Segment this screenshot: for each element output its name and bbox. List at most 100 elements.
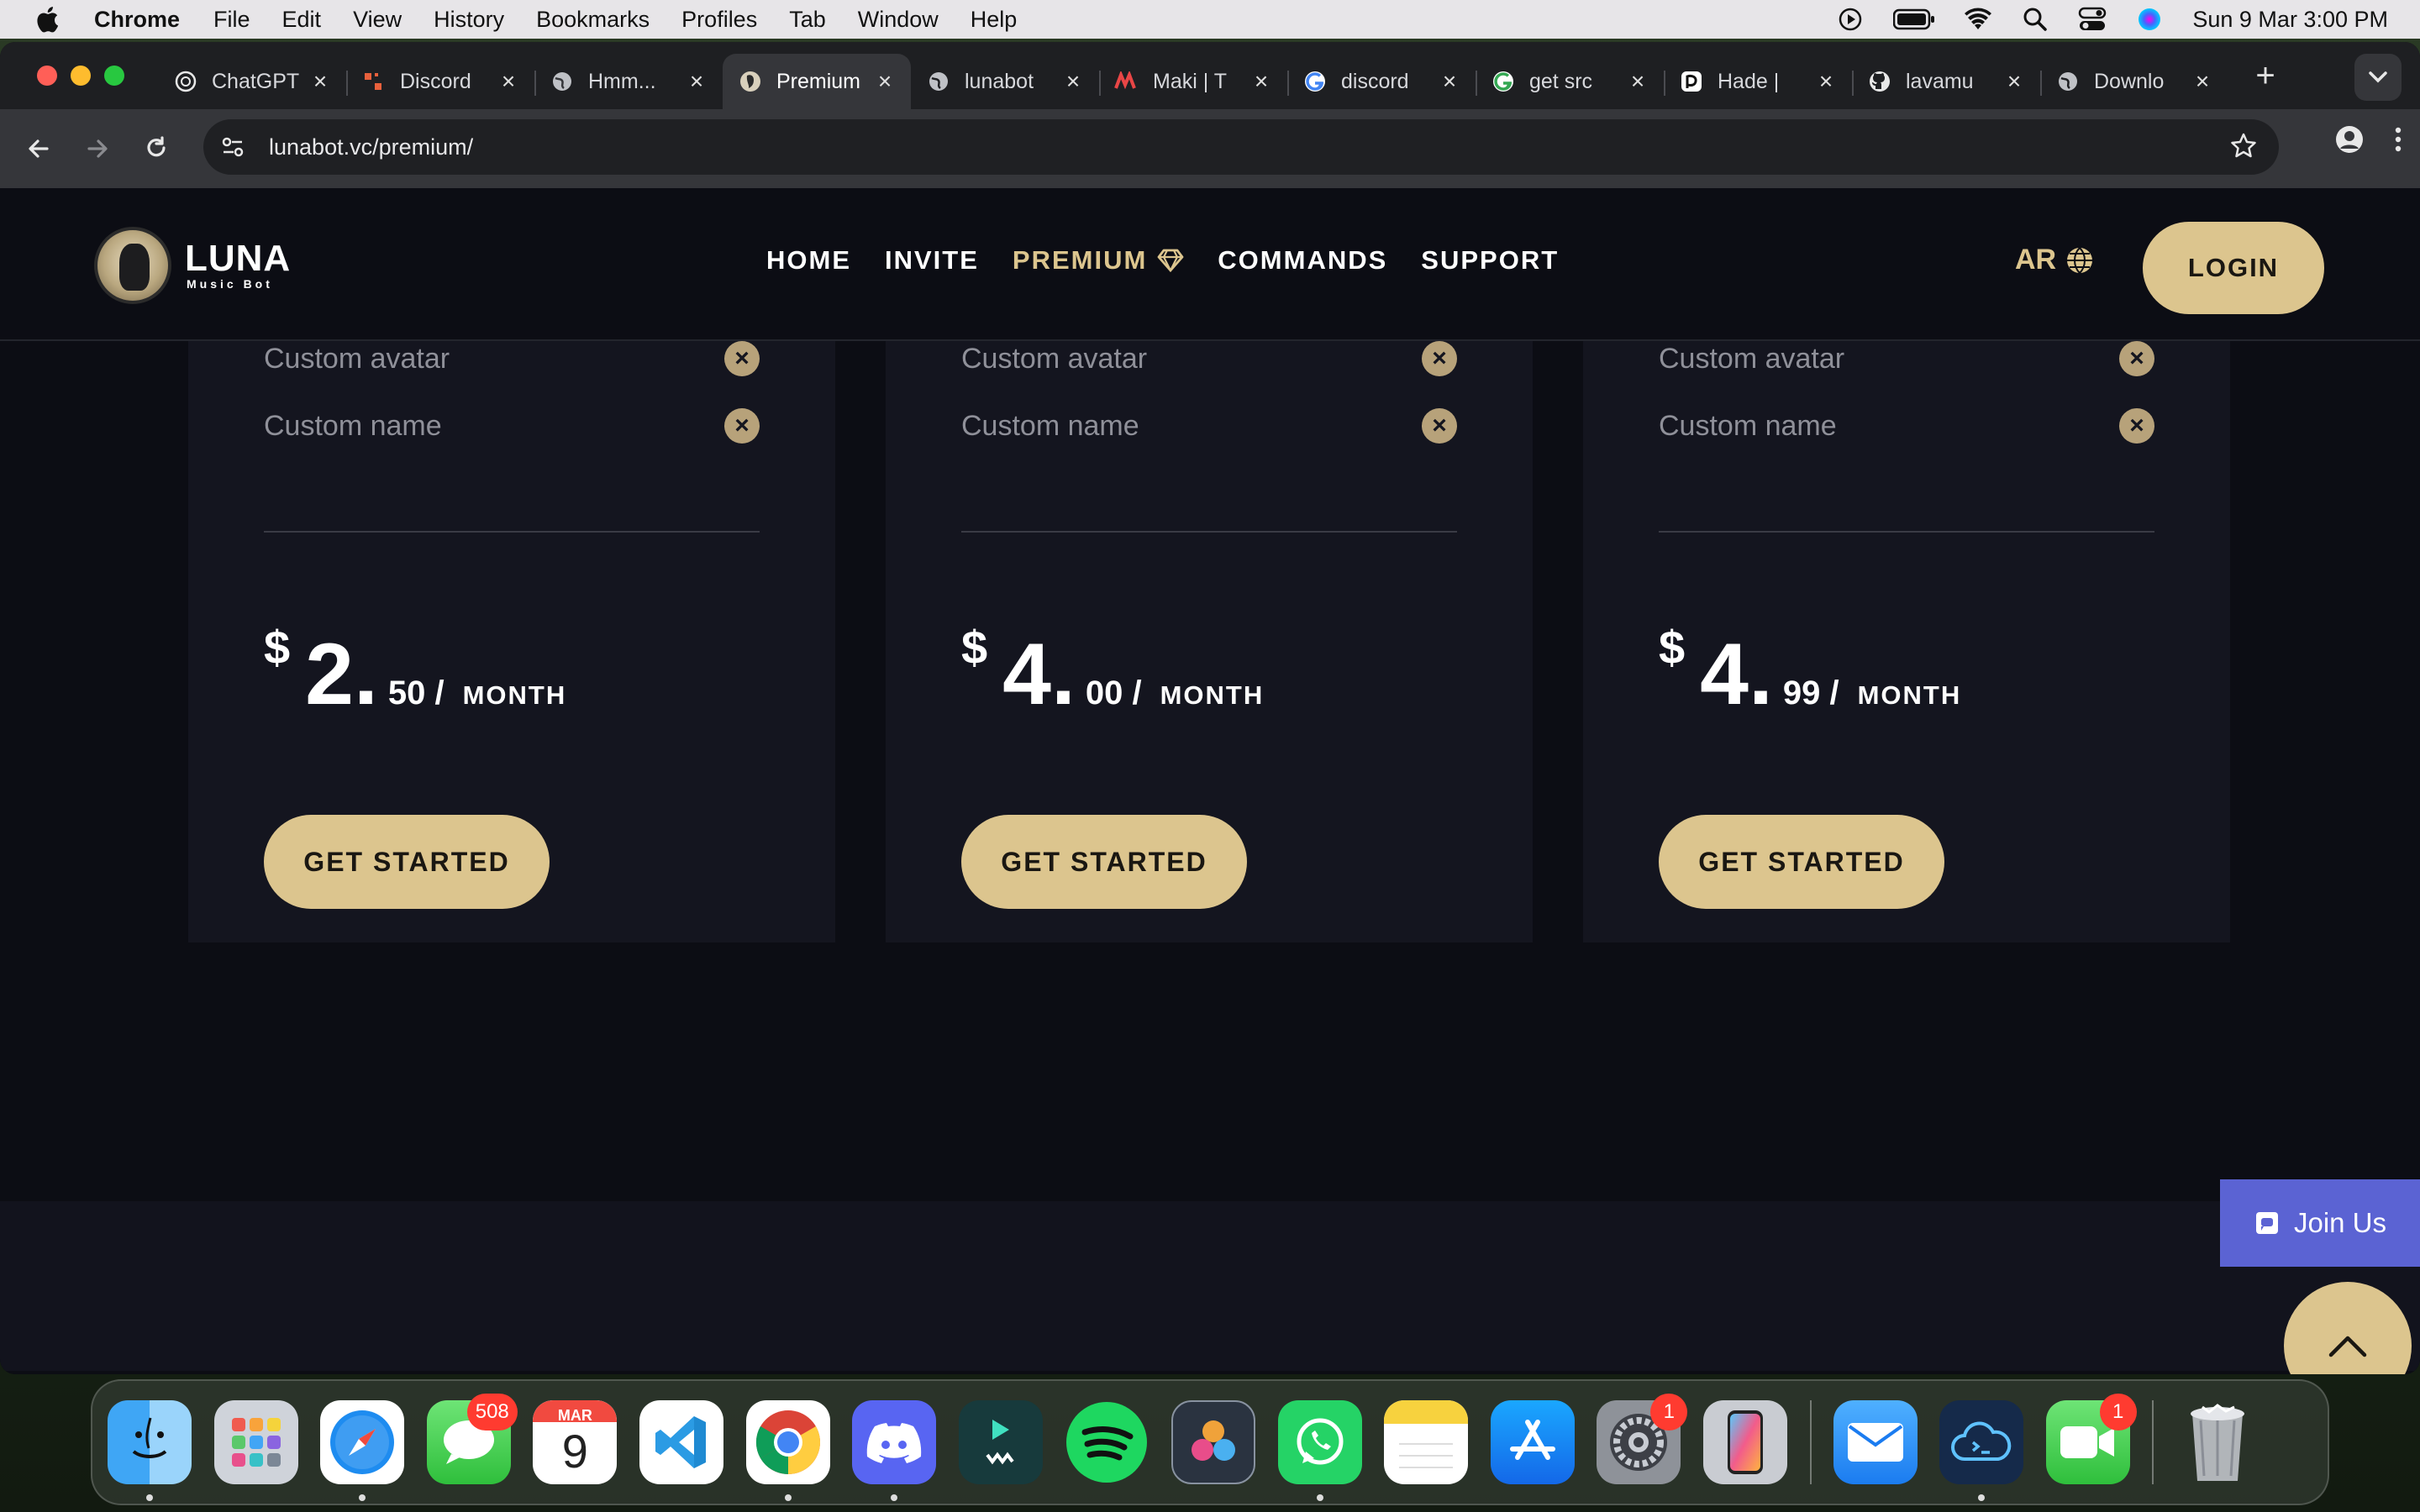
nav-commands[interactable]: COMMANDS: [1218, 245, 1387, 276]
tab-google-discord[interactable]: discord ×: [1287, 54, 1476, 109]
close-circle-icon: ×: [2119, 341, 2154, 376]
tab-search-button[interactable]: [2354, 54, 2402, 101]
back-button[interactable]: [15, 125, 62, 172]
battery-icon[interactable]: [1893, 5, 1935, 34]
dock-finder[interactable]: [108, 1400, 192, 1501]
profile-avatar-icon[interactable]: [2334, 124, 2365, 159]
tab-lavamu[interactable]: lavamu ×: [1852, 54, 2040, 109]
hade-icon: [1679, 69, 1704, 94]
menu-edit[interactable]: Edit: [282, 7, 322, 33]
get-started-button[interactable]: GET STARTED: [961, 815, 1247, 909]
site-info-icon[interactable]: [212, 126, 254, 168]
menu-bookmarks[interactable]: Bookmarks: [536, 7, 650, 33]
dock-spotify[interactable]: [1065, 1400, 1149, 1484]
dock-launchpad[interactable]: [213, 1400, 298, 1484]
menu-tab[interactable]: Tab: [789, 7, 826, 33]
dock-filmora[interactable]: [958, 1400, 1043, 1484]
menu-file[interactable]: File: [213, 7, 250, 33]
zoom-window-button[interactable]: [104, 66, 124, 86]
discord-icon: [866, 1423, 922, 1463]
close-tab-icon[interactable]: ×: [2191, 68, 2213, 94]
browser-window: ChatGPT × Discord × Hmm... × Premium × l…: [0, 42, 2420, 1374]
dock-appstore[interactable]: [1490, 1400, 1575, 1484]
maki-icon: [1114, 69, 1139, 94]
dock-discord[interactable]: [852, 1400, 937, 1501]
dock-trash[interactable]: [2175, 1400, 2260, 1484]
wifi-icon[interactable]: [1964, 5, 1992, 34]
tab-lunabot[interactable]: lunabot ×: [911, 54, 1099, 109]
reload-button[interactable]: [133, 125, 180, 172]
menu-window[interactable]: Window: [858, 7, 939, 33]
get-started-button[interactable]: GET STARTED: [264, 815, 550, 909]
tab-download[interactable]: Downlo ×: [2040, 54, 2228, 109]
tab-chatgpt[interactable]: ChatGPT ×: [158, 54, 346, 109]
close-tab-icon[interactable]: ×: [1250, 68, 1272, 94]
url-text[interactable]: lunabot.vc/premium/: [269, 134, 473, 160]
close-tab-icon[interactable]: ×: [1627, 68, 1649, 94]
new-tab-button[interactable]: +: [2249, 57, 2282, 95]
menu-profiles[interactable]: Profiles: [681, 7, 757, 33]
close-tab-icon[interactable]: ×: [1062, 68, 1084, 94]
notification-badge: 1: [1650, 1394, 1688, 1431]
luna-icon: [738, 69, 763, 94]
dock-vscode[interactable]: [639, 1400, 723, 1484]
dock-iphone-mirroring[interactable]: [1702, 1400, 1787, 1484]
dock-davinci[interactable]: [1171, 1400, 1255, 1484]
menu-clock[interactable]: Sun 9 Mar 3:00 PM: [2192, 7, 2388, 33]
control-center-icon[interactable]: [2078, 5, 2107, 34]
bookmark-star-icon[interactable]: [2230, 132, 2257, 163]
close-tab-icon[interactable]: ×: [1815, 68, 1837, 94]
finder-icon: [132, 1417, 167, 1458]
menu-view[interactable]: View: [353, 7, 402, 33]
address-bar[interactable]: lunabot.vc/premium/: [203, 119, 2279, 175]
more-options-icon[interactable]: [2393, 124, 2403, 159]
close-tab-icon[interactable]: ×: [2003, 68, 2025, 94]
tab-hade[interactable]: Hade | ×: [1664, 54, 1852, 109]
menu-help[interactable]: Help: [971, 7, 1018, 33]
nav-home[interactable]: HOME: [766, 245, 851, 276]
language-switcher[interactable]: AR: [2015, 244, 2095, 276]
dock-facetime[interactable]: 1: [2045, 1394, 2137, 1484]
dock-safari[interactable]: [320, 1400, 405, 1501]
footer-band: [0, 1201, 2420, 1371]
minimize-window-button[interactable]: [71, 66, 91, 86]
logo-brand: LUNA: [185, 238, 292, 279]
dock-cloud-terminal[interactable]: [1939, 1400, 2024, 1501]
dock-system-settings[interactable]: 1: [1597, 1394, 1688, 1484]
running-indicator: [891, 1494, 898, 1501]
play-circle-icon[interactable]: [1836, 5, 1865, 34]
dock-whatsapp[interactable]: [1277, 1400, 1362, 1501]
get-started-button[interactable]: GET STARTED: [1659, 815, 1944, 909]
nav-support[interactable]: SUPPORT: [1421, 245, 1559, 276]
dock-messages[interactable]: 508: [426, 1394, 518, 1484]
forward-button[interactable]: [74, 125, 121, 172]
join-us-button[interactable]: Join Us: [2220, 1179, 2420, 1267]
tab-google-get-src[interactable]: get src ×: [1476, 54, 1664, 109]
dock-notes[interactable]: [1384, 1400, 1469, 1484]
nav-invite[interactable]: INVITE: [885, 245, 979, 276]
login-button[interactable]: LOGIN: [2143, 222, 2324, 314]
tab-premium[interactable]: Premium ×: [723, 54, 911, 109]
site-logo[interactable]: LUNA Music Bot: [94, 227, 291, 304]
close-tab-icon[interactable]: ×: [309, 68, 331, 94]
tab-maki[interactable]: Maki | T ×: [1099, 54, 1287, 109]
close-window-button[interactable]: [37, 66, 57, 86]
close-tab-icon[interactable]: ×: [1439, 68, 1460, 94]
spotlight-search-icon[interactable]: [2021, 5, 2049, 34]
tab-title: Downlo: [2094, 69, 2165, 93]
menu-history[interactable]: History: [434, 7, 504, 33]
close-tab-icon[interactable]: ×: [686, 68, 708, 94]
dock-calendar[interactable]: MAR 9: [533, 1400, 618, 1484]
apple-menu-icon[interactable]: [32, 4, 62, 34]
siri-icon[interactable]: [2135, 5, 2164, 34]
google-icon: [1302, 69, 1328, 94]
close-tab-icon[interactable]: ×: [874, 68, 896, 94]
running-indicator: [1316, 1494, 1323, 1501]
tab-discord[interactable]: Discord ×: [346, 54, 534, 109]
dock-mail[interactable]: [1833, 1400, 1918, 1484]
dock-chrome[interactable]: [745, 1400, 830, 1501]
close-tab-icon[interactable]: ×: [497, 68, 519, 94]
tab-hmm[interactable]: Hmm... ×: [534, 54, 723, 109]
nav-premium[interactable]: PREMIUM: [1013, 245, 1184, 276]
menu-app-name[interactable]: Chrome: [94, 7, 180, 33]
